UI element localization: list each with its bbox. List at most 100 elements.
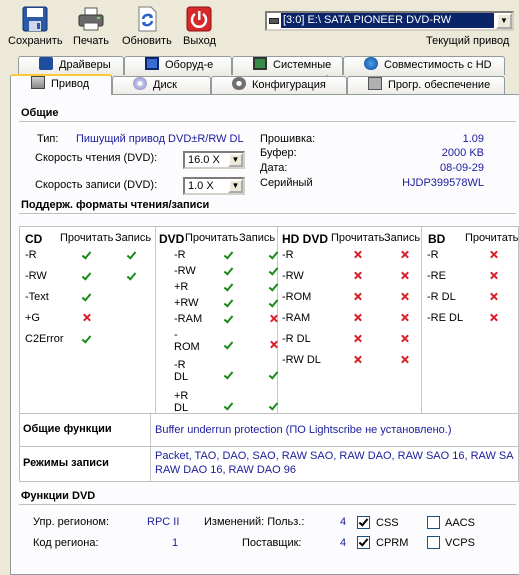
aacs-checkbox[interactable] — [427, 516, 440, 529]
refresh-button[interactable]: Обновить — [122, 6, 172, 47]
vcps-label: VCPS — [445, 537, 475, 549]
write-speed-select[interactable]: 1.0 X ▼ — [183, 177, 245, 195]
read-supported-check-icon — [224, 250, 234, 260]
save-button[interactable]: Сохранить — [8, 6, 63, 47]
hddvd-format-label: -R DL — [282, 333, 311, 345]
tab-system-label: Системные — [273, 59, 332, 71]
read-supported-check-icon — [224, 401, 234, 411]
read-supported-check-icon — [224, 370, 234, 380]
drive-tab-icon — [31, 76, 45, 89]
buffer-label: Буфер: — [260, 147, 297, 159]
tab-equipment-label: Оборуд-е — [165, 59, 214, 71]
hddvd-format-label: -ROM — [282, 291, 312, 303]
refresh-label: Обновить — [122, 35, 172, 47]
read-speed-value: 16.0 X — [188, 154, 220, 166]
write-supported-check-icon — [127, 271, 137, 281]
drive-caption: Текущий привод — [426, 35, 510, 47]
globe-icon — [364, 57, 378, 70]
tab-drive[interactable]: Привод — [10, 74, 112, 95]
tab-equipment[interactable]: Оборуд-е — [124, 56, 232, 75]
bd-format-label: -RE DL — [427, 312, 464, 324]
dvd-functions-heading: Функции DVD — [21, 490, 96, 502]
print-button[interactable]: Печать — [73, 6, 109, 47]
read-supported-check-icon — [82, 292, 92, 302]
write-modes-line2: RAW DAO 16, RAW DAO 96 — [155, 464, 296, 476]
type-label: Тип: — [37, 133, 59, 145]
drivers-icon — [39, 57, 53, 70]
tab-hd-compat-label: Совместимость с HD — [384, 59, 492, 71]
tab-system[interactable]: Системные — [232, 56, 343, 75]
cprm-label: CPRM — [376, 537, 409, 549]
write-speed-value: 1.0 X — [188, 180, 214, 192]
region-code-value: 1 — [172, 537, 179, 549]
vcps-checkbox[interactable] — [427, 536, 440, 549]
cprm-checkbox[interactable] — [357, 536, 370, 549]
read-supported-check-icon — [82, 271, 92, 281]
tab-disc[interactable]: Диск — [112, 76, 211, 95]
read-unsupported-cross-icon — [353, 313, 363, 323]
chevron-down-icon[interactable]: ▼ — [228, 153, 243, 167]
dvd-format-label: +R DL — [174, 390, 189, 414]
dvd-format-label: -RAM — [174, 313, 203, 325]
drive-select[interactable]: [3:0] E:\ SATA PIONEER DVD-RW ▼ — [265, 11, 514, 31]
hddvd-read-header: Прочитать — [331, 232, 385, 244]
hddvd-format-label: -RW DL — [282, 354, 321, 366]
drive-icon — [269, 18, 279, 24]
tab-software[interactable]: Прогр. обеспечение — [347, 76, 505, 95]
hddvd-format-label: -RAM — [282, 312, 311, 324]
read-unsupported-cross-icon — [489, 250, 499, 260]
date-value: 08-09-29 — [439, 162, 484, 174]
firmware-value: 1.09 — [462, 133, 484, 145]
bd-format-label: -R DL — [427, 291, 456, 303]
refresh-icon — [134, 6, 160, 32]
write-unsupported-cross-icon — [400, 250, 410, 260]
write-supported-check-icon — [127, 250, 137, 260]
read-supported-check-icon — [82, 334, 92, 344]
general-functions-row: Общие функции Buffer underrun protection… — [19, 414, 519, 447]
write-modes-line1: Packet, TAO, DAO, SAO, RAW SAO, RAW DAO,… — [155, 450, 514, 462]
write-speed-label: Скорость записи (DVD): — [35, 179, 158, 191]
chip-icon — [145, 57, 159, 70]
tab-software-label: Прогр. обеспечение — [388, 79, 491, 91]
dvd-format-label: -R DL — [174, 359, 189, 383]
bd-column: BD Прочитать -R -RE -R DL -RE DL — [422, 227, 518, 413]
read-unsupported-cross-icon — [353, 355, 363, 365]
read-unsupported-cross-icon — [353, 271, 363, 281]
cd-format-label: -R — [25, 249, 37, 261]
tab-hd-compat[interactable]: Совместимость с HD — [343, 56, 505, 75]
write-unsupported-cross-icon — [400, 334, 410, 344]
divider — [19, 213, 516, 214]
print-label: Печать — [73, 35, 110, 47]
cd-write-header: Запись — [115, 232, 152, 244]
firmware-label: Прошивка: — [260, 133, 316, 145]
read-supported-check-icon — [224, 266, 234, 276]
chevron-down-icon[interactable]: ▼ — [496, 13, 512, 29]
read-supported-check-icon — [82, 250, 92, 260]
exit-button[interactable]: Выход — [183, 6, 216, 47]
printer-icon — [78, 6, 104, 32]
user-changes-label: Изменений: Польз.: — [204, 516, 305, 528]
write-unsupported-cross-icon — [400, 292, 410, 302]
css-checkbox[interactable] — [357, 516, 370, 529]
dvd-write-header: Запись — [239, 232, 276, 244]
read-speed-select[interactable]: 16.0 X ▼ — [183, 151, 245, 169]
hddvd-column: HD DVD Прочитать Запись -R -RW -ROM -RAM -R … — [278, 227, 422, 413]
save-label: Сохранить — [8, 35, 63, 47]
drive-selected-value: [3:0] E:\ SATA PIONEER DVD-RW — [281, 13, 494, 28]
tab-drivers[interactable]: Драйверы — [18, 56, 124, 75]
read-unsupported-cross-icon — [489, 313, 499, 323]
dvd-format-label: - ROM — [174, 329, 200, 353]
chevron-down-icon[interactable]: ▼ — [228, 179, 243, 193]
read-unsupported-cross-icon — [489, 292, 499, 302]
write-modes-label: Режимы записи — [23, 457, 109, 469]
dvd-format-label: +R — [174, 281, 189, 293]
tab-disc-label: Диск — [153, 79, 177, 91]
bd-title: BD — [428, 232, 446, 246]
dvd-title: DVD — [159, 232, 185, 246]
tab-config[interactable]: Конфигурация — [211, 76, 347, 95]
dvd-column: DVD Прочитать Запись -R -RW +R +RW -RAM - ROM… — [156, 227, 278, 414]
vendor-changes-label: Поставщик: — [242, 537, 302, 549]
user-changes-value: 4 — [340, 516, 347, 528]
region-control-value: RPC II — [147, 516, 180, 528]
software-icon — [368, 77, 382, 90]
